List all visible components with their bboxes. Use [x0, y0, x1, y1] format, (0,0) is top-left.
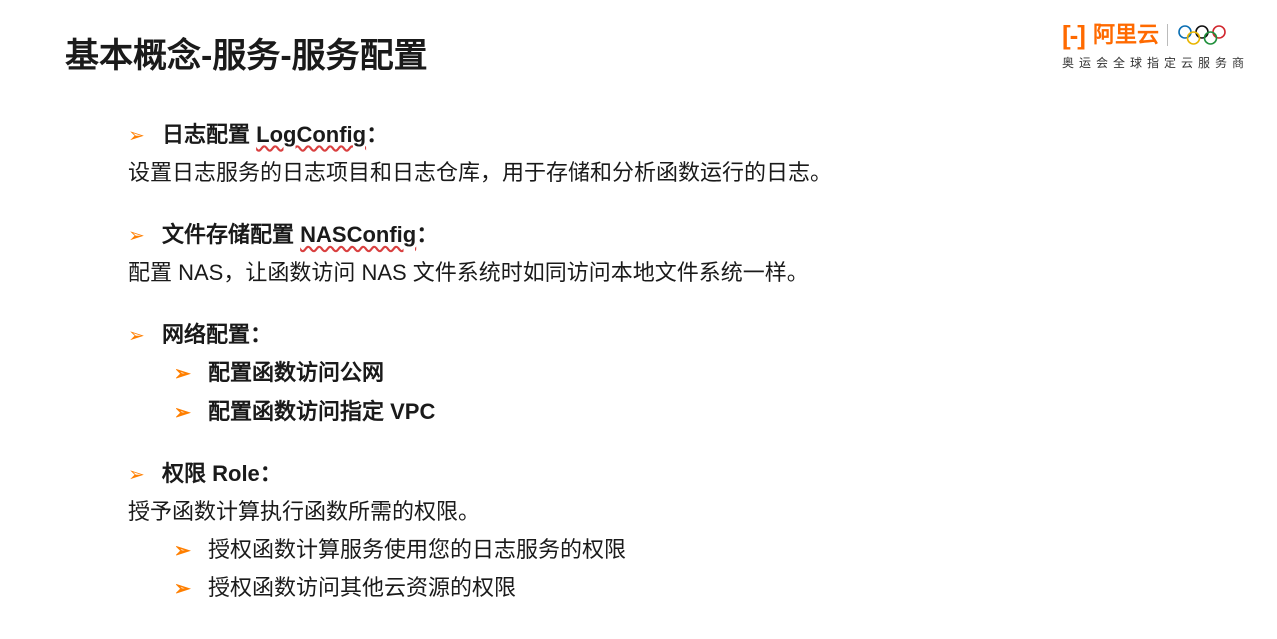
section-heading: ➢ 权限 Role： [128, 457, 1217, 491]
olympic-rings-icon [1176, 23, 1228, 47]
heading-text: 网络配置： [162, 318, 272, 352]
section-role: ➢ 权限 Role： 授予函数计算执行函数所需的权限。 ➢ 授权函数计算服务使用… [128, 457, 1217, 605]
heading-prefix: 文件存储配置 [162, 222, 300, 247]
heading-prefix: 权限 Role [162, 461, 260, 486]
sub-list: ➢ 配置函数访问公网 ➢ 配置函数访问指定 VPC [128, 356, 1217, 428]
section-network-config: ➢ 网络配置： ➢ 配置函数访问公网 ➢ 配置函数访问指定 VPC [128, 318, 1217, 428]
sub-list: ➢ 授权函数计算服务使用您的日志服务的权限 ➢ 授权函数访问其他云资源的权限 [128, 533, 1217, 605]
section-desc: 设置日志服务的日志项目和日志仓库，用于存储和分析函数运行的日志。 [128, 156, 1217, 190]
slide: 基本概念-服务-服务配置 [-] 阿里云 奥运会全球指定云服务商 [0, 0, 1277, 639]
bullet-arrow-icon: ➢ [174, 359, 196, 390]
brand-text: 阿里云 [1093, 24, 1159, 46]
bullet-arrow-icon: ➢ [174, 398, 196, 429]
heading-prefix: 网络配置 [162, 322, 250, 347]
heading-text: 日志配置 LogConfig： [162, 118, 388, 152]
list-item-text: 配置函数访问公网 [208, 356, 384, 390]
brand-logo-row: [-] 阿里云 [1062, 22, 1249, 48]
content-body: ➢ 日志配置 LogConfig： 设置日志服务的日志项目和日志仓库，用于存储和… [128, 118, 1217, 633]
section-desc: 授予函数计算执行函数所需的权限。 [128, 495, 1217, 529]
list-item-text: 授权函数访问其他云资源的权限 [208, 571, 516, 605]
heading-prefix: 日志配置 [162, 122, 256, 147]
bullet-arrow-icon: ➢ [128, 221, 150, 252]
section-nas-config: ➢ 文件存储配置 NASConfig： 配置 NAS，让函数访问 NAS 文件系… [128, 218, 1217, 290]
section-heading: ➢ 文件存储配置 NASConfig： [128, 218, 1217, 252]
bullet-arrow-icon: ➢ [174, 574, 196, 605]
divider [1167, 24, 1168, 46]
brand-logo: [-] 阿里云 奥运会全球指定云服务商 [1062, 22, 1249, 71]
list-item: ➢ 配置函数访问指定 VPC [128, 395, 1217, 429]
section-heading: ➢ 网络配置： [128, 318, 1217, 352]
section-desc: 配置 NAS，让函数访问 NAS 文件系统时如同访问本地文件系统一样。 [128, 256, 1217, 290]
section-heading: ➢ 日志配置 LogConfig： [128, 118, 1217, 152]
brand-tagline: 奥运会全球指定云服务商 [1062, 54, 1249, 71]
list-item-text: 授权函数计算服务使用您的日志服务的权限 [208, 533, 626, 567]
bullet-arrow-icon: ➢ [128, 460, 150, 491]
heading-text: 文件存储配置 NASConfig： [162, 218, 438, 252]
page-title: 基本概念-服务-服务配置 [65, 28, 428, 77]
heading-colon: ： [366, 122, 388, 147]
list-item-text: 配置函数访问指定 VPC [208, 395, 435, 429]
heading-colon: ： [416, 222, 438, 247]
heading-keyword: LogConfig [256, 122, 366, 147]
heading-colon: ： [250, 322, 272, 347]
list-item: ➢ 授权函数计算服务使用您的日志服务的权限 [128, 533, 1217, 567]
bullet-arrow-icon: ➢ [128, 121, 150, 152]
heading-text: 权限 Role： [162, 457, 282, 491]
list-item: ➢ 配置函数访问公网 [128, 356, 1217, 390]
bullet-arrow-icon: ➢ [128, 321, 150, 352]
list-item: ➢ 授权函数访问其他云资源的权限 [128, 571, 1217, 605]
alibaba-bracket-icon: [-] [1062, 22, 1085, 48]
heading-keyword: NASConfig [300, 222, 416, 247]
bullet-arrow-icon: ➢ [174, 536, 196, 567]
section-log-config: ➢ 日志配置 LogConfig： 设置日志服务的日志项目和日志仓库，用于存储和… [128, 118, 1217, 190]
heading-colon: ： [260, 461, 282, 486]
